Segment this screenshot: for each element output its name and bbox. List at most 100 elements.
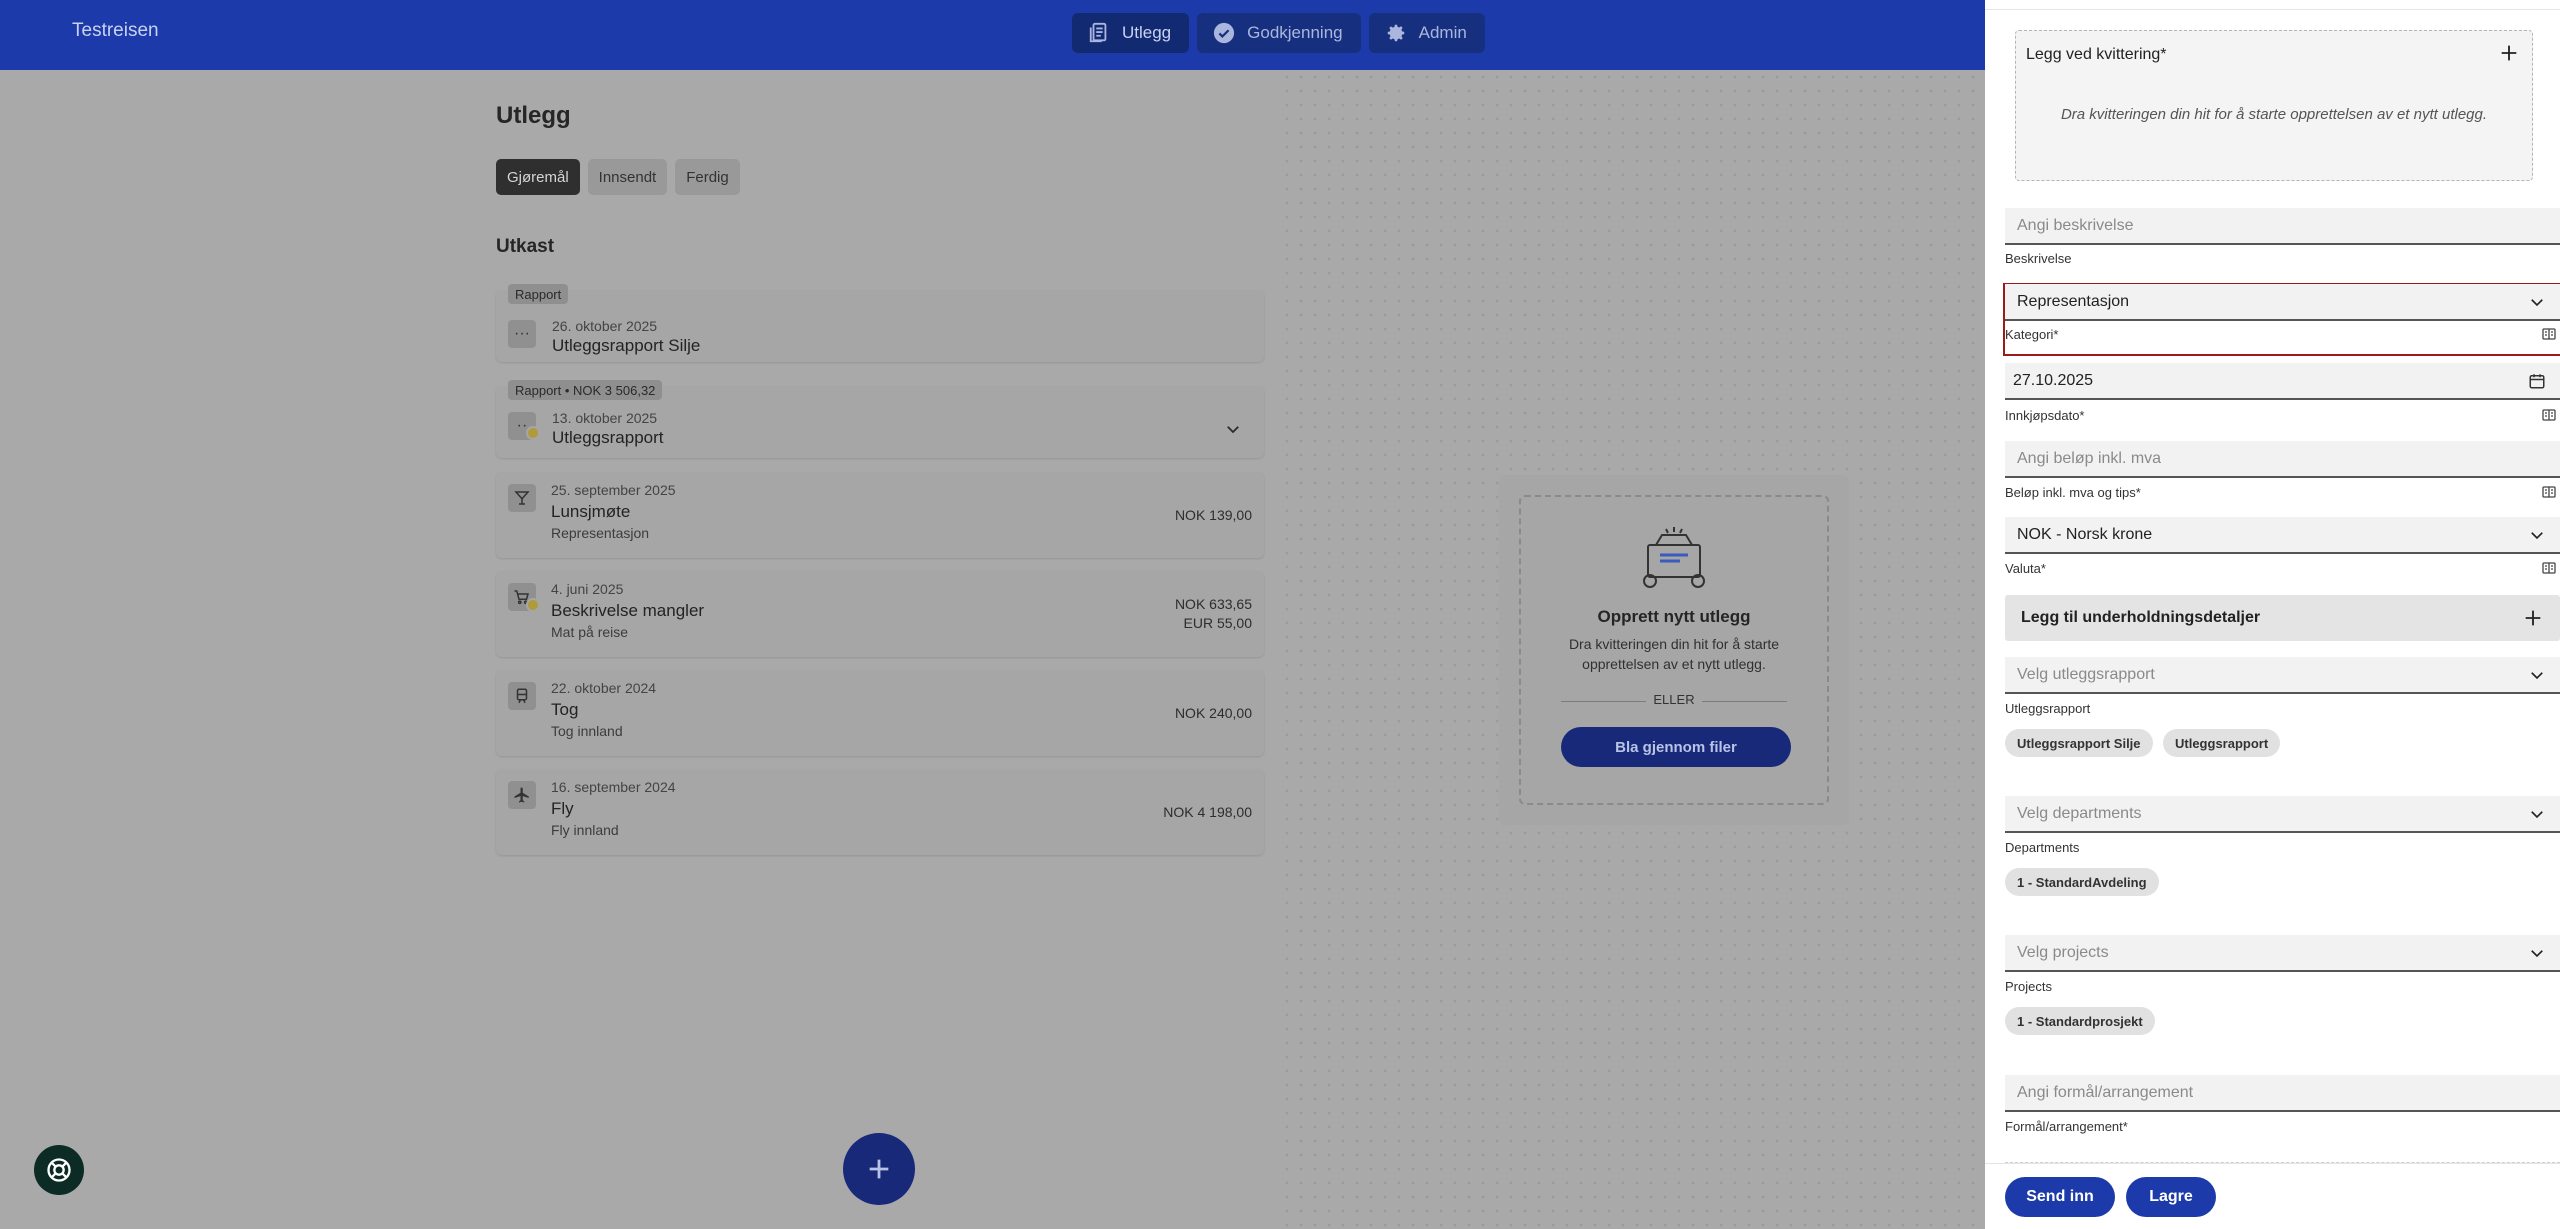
project-chip[interactable]: 1 - Standardprosjekt: [2005, 1007, 2155, 1035]
chevron-down-icon: [2531, 672, 2543, 680]
item-date: 4. juni 2025: [551, 581, 624, 597]
main-nav: Utlegg Godkjenning Admin: [1072, 13, 1485, 53]
tab-godkjenning[interactable]: Godkjenning: [1197, 13, 1361, 53]
item-category: Tog innland: [551, 723, 623, 739]
expense-report-label: Utleggsrapport: [2005, 701, 2091, 716]
projects-select[interactable]: Velg projects: [2005, 935, 2560, 972]
currency-select[interactable]: NOK - Norsk krone: [2005, 517, 2560, 554]
departments-label: Departments: [2005, 840, 2080, 855]
item-date: 13. oktober 2025: [552, 410, 658, 426]
chevron-down-icon: [2531, 532, 2543, 540]
info-card-icon[interactable]: [2542, 486, 2556, 498]
add-expense-button[interactable]: [843, 1133, 915, 1205]
submit-button[interactable]: Send inn: [2005, 1177, 2115, 1217]
train-icon: [508, 682, 536, 710]
plus-icon: [869, 1159, 889, 1179]
filter-ferdig[interactable]: Ferdig: [675, 159, 740, 195]
description-label: Beskrivelse: [2005, 251, 2072, 266]
item-title: Tog: [551, 700, 579, 719]
item-title: Lunsjmøte: [551, 502, 631, 521]
tab-godkjenning-label: Godkjenning: [1247, 23, 1343, 42]
help-button[interactable]: [34, 1145, 84, 1195]
save-button[interactable]: Lagre: [2126, 1177, 2216, 1217]
dropzone-border[interactable]: Opprett nytt utlegg Dra kvitteringen din…: [1519, 495, 1829, 805]
dropzone-title: Opprett nytt utlegg: [1597, 607, 1751, 626]
chevron-down-icon: [2531, 299, 2543, 307]
department-chip[interactable]: 1 - StandardAvdeling: [2005, 868, 2159, 896]
purchase-date-label: Innkjøpsdato*: [2005, 408, 2085, 423]
expense-report-select[interactable]: Velg utleggsrapport: [2005, 657, 2560, 694]
list-item[interactable]: Rapport ··· 26. oktober 2025 Utleggsrapp…: [496, 284, 1264, 362]
plane-icon: [508, 781, 536, 809]
filter-innsendt[interactable]: Innsendt: [587, 159, 668, 195]
list-item[interactable]: 16. september 2024 Fly Fly innland NOK 4…: [496, 769, 1264, 855]
calendar-icon[interactable]: [2528, 372, 2546, 390]
info-card-icon[interactable]: [2542, 409, 2556, 421]
item-amount-secondary: EUR 55,00: [1183, 615, 1252, 631]
item-date: 16. september 2024: [551, 779, 676, 795]
cocktail-icon: [508, 484, 536, 512]
filter-gjoremal[interactable]: Gjøremål: [496, 159, 580, 195]
item-amount: NOK 633,65 EUR 55,00: [1175, 595, 1252, 633]
check-circle-icon: [1214, 22, 1235, 44]
item-category: Mat på reise: [551, 624, 629, 640]
description-input[interactable]: Angi beskrivelse: [2005, 208, 2560, 245]
entertainment-details-label: Legg til underholdningsdetaljer: [2021, 609, 2261, 626]
departments-select[interactable]: Velg departments: [2005, 796, 2560, 833]
report-chip[interactable]: Utleggsrapport: [2163, 729, 2281, 757]
item-title: Utleggsrapport: [552, 428, 664, 447]
purchase-date-input[interactable]: 27.10.2025: [2005, 363, 2560, 400]
ellipsis-icon: ···: [508, 320, 536, 348]
entertainment-details-toggle[interactable]: Legg til underholdningsdetaljer: [2005, 595, 2560, 641]
new-expense-dropzone[interactable]: Opprett nytt utlegg Dra kvitteringen din…: [1499, 475, 1849, 825]
report-tag: Rapport: [508, 284, 569, 304]
list-item[interactable]: Rapport • NOK 3 506,32 ·· 13. oktober 20…: [496, 380, 1264, 458]
amount-input[interactable]: Angi beløp inkl. mva: [2005, 441, 2560, 478]
item-date: 22. oktober 2024: [551, 680, 657, 696]
receipt-upload-icon: [1643, 527, 1705, 588]
list-item[interactable]: 4. juni 2025 Beskrivelse mangler Mat på …: [496, 571, 1264, 657]
item-amount: NOK 139,00: [1174, 507, 1252, 523]
tab-utlegg-label: Utlegg: [1122, 23, 1172, 42]
item-amount-primary: NOK 633,65: [1174, 596, 1252, 612]
brand-name[interactable]: Testreisen: [72, 20, 159, 42]
browse-files-button[interactable]: Bla gjennom filer: [1561, 727, 1791, 767]
status-badge: [526, 598, 540, 612]
list-item[interactable]: 25. september 2025 Lunsjmøte Representas…: [496, 472, 1264, 558]
list-item[interactable]: 22. oktober 2024 Tog Tog innland NOK 240…: [496, 670, 1264, 756]
item-category: Fly innland: [551, 822, 619, 838]
page-title: Utlegg: [496, 102, 571, 129]
purchase-date-value: 27.10.2025: [2013, 371, 2094, 389]
category-label: Kategori*: [2005, 327, 2059, 342]
item-amount: NOK 4 198,00: [1163, 804, 1252, 820]
chevron-down-icon: [2531, 811, 2543, 819]
item-date: 26. oktober 2025: [552, 318, 658, 334]
item-title: Fly: [551, 799, 574, 818]
filter-tabs: Gjøremål Innsendt Ferdig: [496, 159, 740, 195]
lifebuoy-icon: [47, 1158, 71, 1182]
currency-value: NOK - Norsk krone: [2017, 525, 2153, 543]
report-chip[interactable]: Utleggsrapport Silje: [2005, 729, 2153, 757]
info-card-icon[interactable]: [2542, 328, 2556, 340]
section-title: Utkast: [496, 236, 555, 257]
purpose-input[interactable]: Angi formål/arrangement: [2005, 1075, 2560, 1112]
projects-label: Projects: [2005, 979, 2052, 994]
tab-admin[interactable]: Admin: [1368, 13, 1485, 53]
status-badge: [526, 426, 540, 440]
receipt-icon: [1089, 22, 1107, 43]
tab-utlegg[interactable]: Utlegg: [1072, 13, 1190, 53]
panel-top-edge: [1985, 0, 2560, 10]
chevron-down-icon[interactable]: [1224, 420, 1242, 438]
chevron-down-icon: [2531, 950, 2543, 958]
purpose-label: Formål/arrangement*: [2005, 1119, 2128, 1134]
tab-admin-label: Admin: [1418, 23, 1467, 42]
category-select[interactable]: Representasjon: [2005, 284, 2560, 321]
amount-label: Beløp inkl. mva og tips*: [2005, 485, 2141, 500]
plus-icon[interactable]: [2498, 42, 2520, 64]
top-bar: Testreisen Utlegg Godkjenning Admin: [0, 0, 1985, 70]
receipt-hint: Dra kvitteringen din hit for å starte op…: [2060, 106, 2488, 123]
info-card-icon[interactable]: [2542, 562, 2556, 574]
panel-footer: Send inn Lagre: [1985, 1163, 2560, 1229]
currency-label: Valuta*: [2005, 561, 2046, 576]
receipt-dropzone[interactable]: Legg ved kvittering* Dra kvitteringen di…: [2015, 30, 2533, 181]
